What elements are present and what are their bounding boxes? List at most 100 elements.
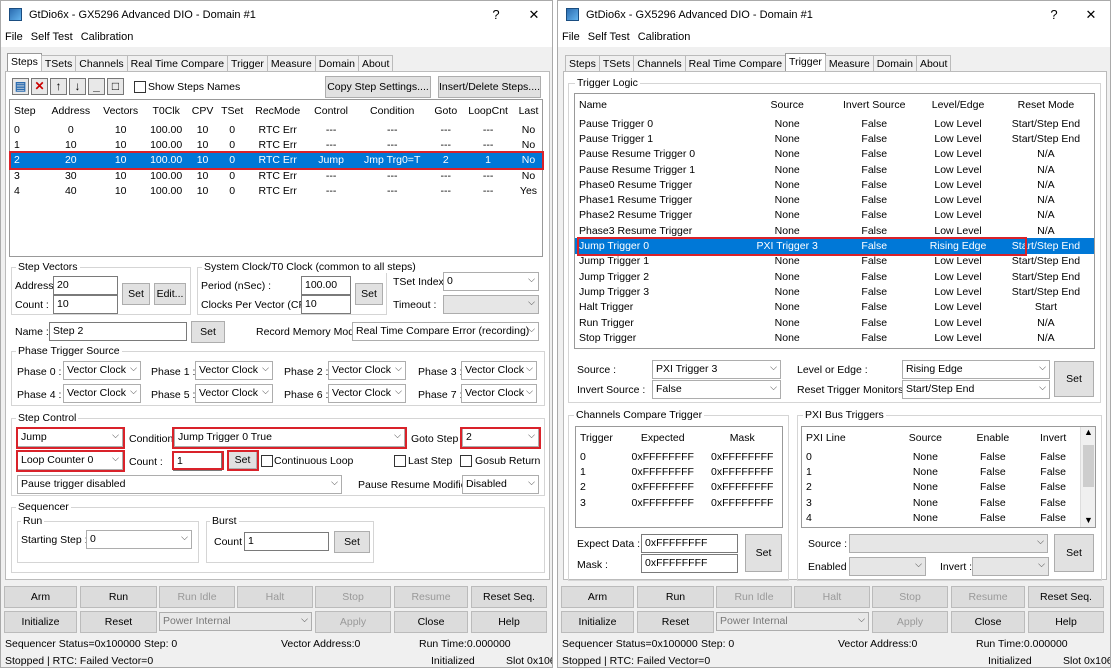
column-header[interactable]: Reset Mode [998,94,1094,116]
reset-seq-button[interactable]: Reset Seq. [471,586,547,608]
trigger-set-button[interactable]: Set [1054,361,1094,397]
tab-real-time-compare[interactable]: Real Time Compare [684,55,787,72]
column-header[interactable]: Expected [623,427,703,449]
table-row[interactable]: 0 None False False [802,449,1080,464]
tab-domain[interactable]: Domain [314,55,359,72]
reset-monitors-select[interactable]: Start/Step End [902,380,1050,399]
table-row[interactable]: 3 30 10 100.00 10 0 RTC Err --- --- --- --- No [10,168,542,183]
table-row[interactable]: 1 0xFFFFFFFF 0xFFFFFFFF [576,464,782,479]
phase-6-select[interactable]: Vector Clock [328,384,406,403]
phase-1-select[interactable]: Vector Clock [195,361,273,380]
run-idle-button[interactable]: Run Idle [716,586,792,608]
pxi-set-button[interactable]: Set [1054,534,1094,572]
column-header[interactable]: Source [891,427,959,449]
mask-field[interactable]: 0xFFFFFFFF [641,554,738,573]
cpv-field[interactable]: 10 [301,295,351,314]
table-row[interactable]: 2 None False False [802,480,1080,495]
tset-index-select[interactable]: 0 [443,272,539,291]
column-header[interactable]: CPV [188,100,217,122]
timeout-select[interactable] [443,295,539,314]
scroll-up-icon[interactable]: ▲ [1081,427,1095,437]
table-row[interactable]: 2 0xFFFFFFFF 0xFFFFFFFF [576,480,782,495]
close-button[interactable]: Close [394,611,468,633]
table-row[interactable]: Phase0 Resume Trigger None False Low Level N… [575,177,1094,192]
power-select[interactable]: Power Internal [716,612,869,631]
help-button[interactable]: Help [1028,611,1104,633]
tab-steps[interactable]: Steps [7,53,42,72]
step-vectors-set-button[interactable]: Set [122,283,150,305]
reset-seq-button[interactable]: Reset Seq. [1028,586,1104,608]
tab-trigger[interactable]: Trigger [227,55,268,72]
level-edge-select[interactable]: Rising Edge [902,360,1050,379]
table-row[interactable]: 1 None False False [802,464,1080,479]
initialize-button[interactable]: Initialize [561,611,634,633]
column-header[interactable]: Step [10,100,45,122]
pxi-source-select[interactable] [849,534,1048,553]
square-icon[interactable]: □ [107,78,124,95]
table-row[interactable]: Jump Trigger 2 None False Low Level Start/St… [575,269,1094,284]
resume-button[interactable]: Resume [394,586,468,608]
tab-channels[interactable]: Channels [75,55,128,72]
column-header[interactable]: PXI Line [802,427,891,449]
table-row[interactable]: 3 None False False [802,495,1080,510]
steps-table[interactable]: Step Address Vectors T0Clk CPV TSet RecMode Con… [9,99,543,257]
menu-self-test[interactable]: Self Test [584,29,634,45]
tab-real-time-compare[interactable]: Real Time Compare [126,55,229,72]
tab-channels[interactable]: Channels [633,55,686,72]
pxi-enabled-select[interactable] [849,557,926,576]
table-row[interactable]: Phase1 Resume Trigger None False Low Level N… [575,192,1094,207]
arm-button[interactable]: Arm [4,586,77,608]
table-row[interactable]: Stop Trigger None False Low Level N/A [575,330,1094,345]
arm-button[interactable]: Arm [561,586,634,608]
help-icon[interactable]: ? [481,5,511,25]
menu-calibration[interactable]: Calibration [634,29,695,45]
column-header[interactable]: Source [744,94,830,116]
column-header[interactable]: Address [45,100,97,122]
table-row[interactable]: 4 40 10 100.00 10 0 RTC Err --- --- --- --- Yes [10,183,542,198]
table-row[interactable]: 0 0 10 100.00 10 0 RTC Err --- --- --- --- No [10,122,542,137]
column-header[interactable]: LoopCnt [461,100,515,122]
name-set-button[interactable]: Set [191,321,225,343]
tab-trigger[interactable]: Trigger [785,53,826,72]
menu-file[interactable]: File [1,29,27,45]
tab-tsets[interactable]: TSets [40,55,77,72]
column-header[interactable]: Invert Source [830,94,918,116]
gosub-return-checkbox[interactable] [460,455,472,467]
insert-delete-steps-button[interactable]: Insert/Delete Steps.... [438,76,541,98]
table-row[interactable]: Jump Trigger 3 None False Low Level Start/St… [575,284,1094,299]
trigger-table[interactable]: Name Source Invert Source Level/Edge Reset M… [574,93,1095,349]
column-header[interactable]: Level/Edge [918,94,998,116]
table-row[interactable]: Pause Trigger 0 None False Low Level Start/S… [575,116,1094,131]
tab-measure[interactable]: Measure [824,55,874,72]
menu-file[interactable]: File [558,29,584,45]
stop-button[interactable]: Stop [315,586,391,608]
tab-tsets[interactable]: TSets [598,55,635,72]
column-header[interactable]: RecMode [247,100,308,122]
show-steps-names-checkbox[interactable] [134,81,146,93]
expect-data-field[interactable]: 0xFFFFFFFF [641,534,738,553]
column-header[interactable]: Condition [354,100,430,122]
pxi-invert-select[interactable] [972,557,1049,576]
reset-button[interactable]: Reset [80,611,157,633]
help-button[interactable]: Help [471,611,547,633]
copy-step-settings-button[interactable]: Copy Step Settings.... [325,76,431,98]
apply-button[interactable]: Apply [315,611,391,633]
count-field[interactable]: 10 [53,295,118,314]
close-icon[interactable]: ✕ [519,5,549,25]
run-button[interactable]: Run [637,586,714,608]
help-icon[interactable]: ? [1039,5,1069,25]
pxi-scrollbar[interactable]: ▲ ▼ [1080,427,1095,527]
column-header[interactable]: T0Clk [144,100,188,122]
delete-icon[interactable]: ✕ [31,78,48,95]
column-header[interactable]: Trigger [576,427,623,449]
invert-source-select[interactable]: False [652,380,781,399]
column-header[interactable]: Last [515,100,542,122]
phase-7-select[interactable]: Vector Clock [461,384,537,403]
scroll-thumb[interactable] [1083,445,1094,487]
underscore-icon[interactable]: _ [88,78,105,95]
phase-0-select[interactable]: Vector Clock [63,361,141,380]
reset-button[interactable]: Reset [637,611,714,633]
column-header[interactable]: Invert [1026,427,1080,449]
halt-button[interactable]: Halt [237,586,313,608]
table-row[interactable]: Pause Resume Trigger 0 None False Low Level… [575,147,1094,162]
